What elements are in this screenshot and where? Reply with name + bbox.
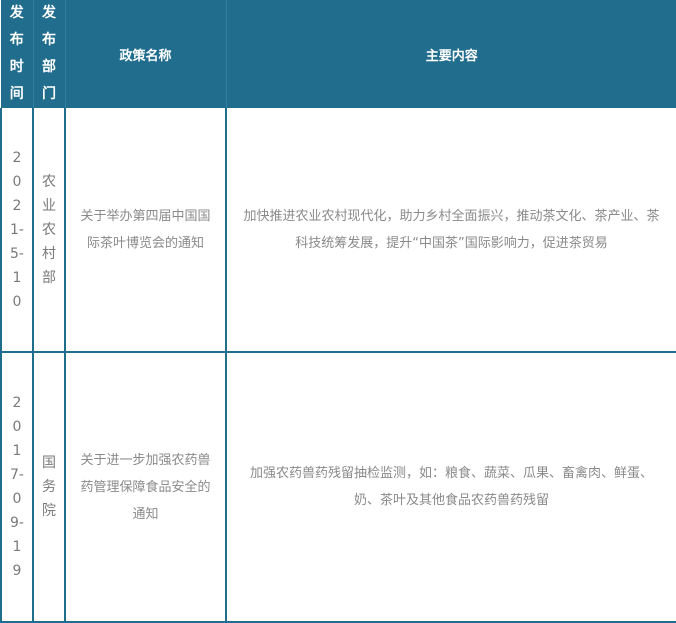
cell-release-department: 国务院 <box>32 352 66 623</box>
header-main-content: 主要内容 <box>226 0 676 108</box>
table-row: 2021-5-10 农业农村部 关于举办第四届中国国际茶叶博览会的通知 加快推进… <box>0 108 676 353</box>
cell-policy-name: 关于举办第四届中国国际茶叶博览会的通知 <box>64 108 227 353</box>
table-row: 2017-09-19 国务院 关于进一步加强农药兽药管理保障食品安全的通知 加强… <box>0 352 676 623</box>
cell-main-content: 加快推进农业农村现代化，助力乡村全面振兴，推动茶文化、茶产业、茶科技统筹发展，提… <box>225 108 676 353</box>
cell-release-date: 2017-09-19 <box>0 352 34 623</box>
cell-main-content: 加强农药兽药残留抽检监测，如：粮食、蔬菜、瓜果、畜禽肉、鲜蛋、奶、茶叶及其他食品… <box>225 352 676 623</box>
cell-release-date: 2021-5-10 <box>0 108 34 353</box>
header-release-department: 发布部门 <box>33 0 66 108</box>
header-release-date: 发布时间 <box>1 0 34 108</box>
table-header: 发布时间 发布部门 政策名称 主要内容 <box>1 0 676 108</box>
cell-policy-name: 关于进一步加强农药兽药管理保障食品安全的通知 <box>64 352 227 623</box>
header-policy-name: 政策名称 <box>65 0 227 108</box>
cell-release-department: 农业农村部 <box>32 108 66 353</box>
header-row: 发布时间 发布部门 政策名称 主要内容 <box>1 0 676 108</box>
policy-table: 发布时间 发布部门 政策名称 主要内容 2021-5-10 农业农村部 关于举办… <box>0 0 676 623</box>
